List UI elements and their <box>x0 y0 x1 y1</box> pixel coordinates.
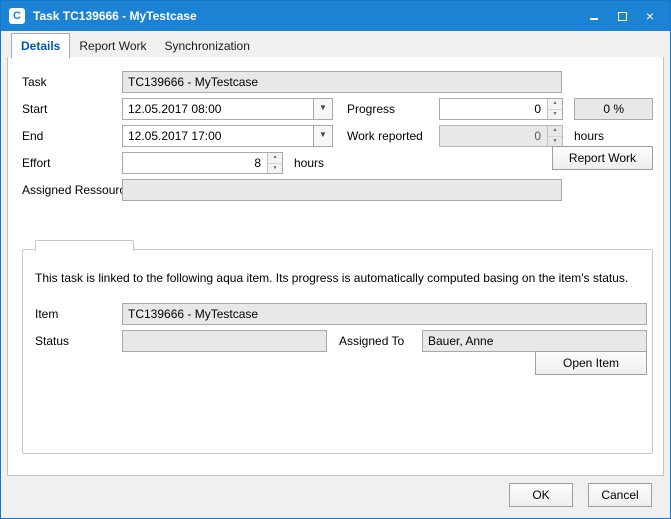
effort-spin-buttons: ▲ ▼ <box>267 153 282 173</box>
progress-percent-field: 0 % <box>574 98 653 120</box>
status-label: Status <box>35 330 69 352</box>
chevron-down-icon: ▼ <box>319 103 327 112</box>
details-panel: Task TC139666 - MyTestcase Start 12.05.2… <box>7 56 664 476</box>
work-reported-value: 0 <box>534 126 541 146</box>
window-title: Task TC139666 - MyTestcase <box>33 1 197 31</box>
work-reported-spinner: 0 ▲ ▼ <box>439 125 563 147</box>
spinner-up-icon: ▲ <box>548 126 562 137</box>
progress-spinner[interactable]: 0 ▲ ▼ <box>439 98 563 120</box>
start-date-combobox[interactable]: 12.05.2017 08:00 ▼ <box>122 98 333 120</box>
effort-spinner[interactable]: 8 ▲ ▼ <box>122 152 283 174</box>
app-icon-letter: C <box>13 10 21 22</box>
maximize-button[interactable] <box>608 1 636 31</box>
status-field[interactable] <box>122 330 327 352</box>
report-work-button[interactable]: Report Work <box>552 146 653 170</box>
open-item-button[interactable]: Open Item <box>535 351 647 375</box>
progress-spin-buttons: ▲ ▼ <box>547 99 562 119</box>
spinner-down-icon[interactable]: ▼ <box>268 164 282 174</box>
effort-unit-label: hours <box>294 152 324 174</box>
tab-bar: Details Report Work Synchronization <box>1 31 670 57</box>
spinner-up-icon[interactable]: ▲ <box>548 99 562 110</box>
work-reported-spin-buttons: ▲ ▼ <box>547 126 562 146</box>
window-controls: × <box>580 1 664 31</box>
effort-label: Effort <box>22 152 50 174</box>
work-reported-label: Work reported <box>347 125 423 147</box>
assigned-ressource-field[interactable] <box>122 179 562 201</box>
maximize-icon <box>618 12 627 21</box>
task-dialog-window: C Task TC139666 - MyTestcase × Details R… <box>0 0 671 519</box>
groupbox-notch <box>35 240 134 251</box>
assigned-to-label: Assigned To <box>339 330 404 352</box>
spinner-up-icon[interactable]: ▲ <box>268 153 282 164</box>
effort-value: 8 <box>254 153 261 173</box>
end-label: End <box>22 125 43 147</box>
spinner-down-icon[interactable]: ▼ <box>548 110 562 120</box>
app-icon: C <box>9 8 25 24</box>
chevron-down-icon: ▼ <box>319 130 327 139</box>
ok-button[interactable]: OK <box>509 483 573 507</box>
item-label: Item <box>35 303 58 325</box>
item-field[interactable]: TC139666 - MyTestcase <box>122 303 647 325</box>
cancel-button[interactable]: Cancel <box>588 483 652 507</box>
linked-item-description: This task is linked to the following aqu… <box>35 271 628 285</box>
spinner-down-icon: ▼ <box>548 137 562 147</box>
task-label: Task <box>22 71 47 93</box>
assigned-ressource-label: Assigned Ressource <box>22 179 132 201</box>
end-dropdown-button[interactable]: ▼ <box>313 126 332 146</box>
start-date-value: 12.05.2017 08:00 <box>128 99 221 119</box>
progress-value: 0 <box>534 99 541 119</box>
minimize-button[interactable] <box>580 1 608 31</box>
minimize-icon <box>590 12 598 20</box>
start-label: Start <box>22 98 47 120</box>
task-field[interactable]: TC139666 - MyTestcase <box>122 71 562 93</box>
end-date-value: 12.05.2017 17:00 <box>128 126 221 146</box>
tab-details[interactable]: Details <box>11 33 70 58</box>
close-button[interactable]: × <box>636 1 664 31</box>
close-icon: × <box>646 9 654 23</box>
titlebar[interactable]: C Task TC139666 - MyTestcase × <box>1 1 670 31</box>
tab-synchronization[interactable]: Synchronization <box>156 36 259 57</box>
progress-label: Progress <box>347 98 395 120</box>
tab-report-work[interactable]: Report Work <box>70 36 155 57</box>
work-reported-unit-label: hours <box>574 125 604 147</box>
end-date-combobox[interactable]: 12.05.2017 17:00 ▼ <box>122 125 333 147</box>
assigned-to-field[interactable]: Bauer, Anne <box>422 330 647 352</box>
start-dropdown-button[interactable]: ▼ <box>313 99 332 119</box>
